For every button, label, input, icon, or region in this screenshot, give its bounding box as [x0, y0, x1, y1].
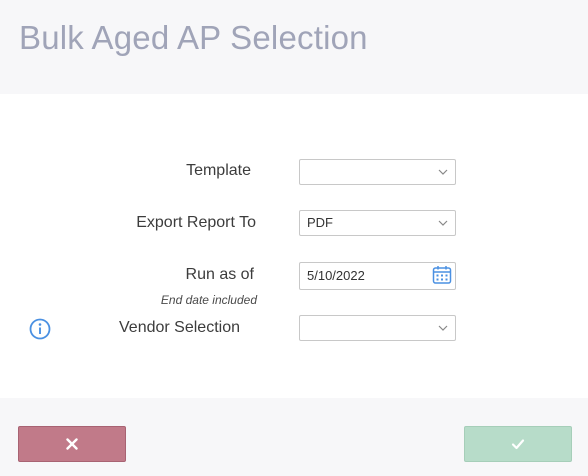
chevron-down-icon [438, 220, 448, 226]
run-as-of-label: Run as of [185, 266, 254, 283]
dialog-body [0, 94, 588, 398]
bulk-aged-ap-dialog: Bulk Aged AP Selection Template Export R… [0, 0, 588, 476]
export-label: Export Report To [136, 214, 256, 231]
chevron-down-icon [438, 169, 448, 175]
dialog-header: Bulk Aged AP Selection [0, 0, 588, 94]
chevron-down-icon [438, 325, 448, 331]
vendor-selection-select[interactable] [299, 315, 456, 341]
info-icon[interactable] [29, 318, 51, 340]
run-as-of-date-value: 5/10/2022 [307, 268, 365, 283]
confirm-button[interactable] [464, 426, 572, 462]
end-date-note: End date included [160, 293, 257, 307]
dialog-title: Bulk Aged AP Selection [19, 19, 368, 56]
vendor-selection-label: Vendor Selection [119, 319, 240, 336]
run-as-of-date-input[interactable]: 5/10/2022 [299, 262, 456, 290]
template-label: Template [186, 162, 251, 179]
template-select[interactable] [299, 159, 456, 185]
check-icon [511, 439, 525, 450]
export-select[interactable]: PDF [299, 210, 456, 236]
calendar-icon[interactable] [432, 265, 452, 285]
export-select-value: PDF [307, 215, 333, 230]
close-icon [66, 438, 78, 450]
cancel-button[interactable] [18, 426, 126, 462]
